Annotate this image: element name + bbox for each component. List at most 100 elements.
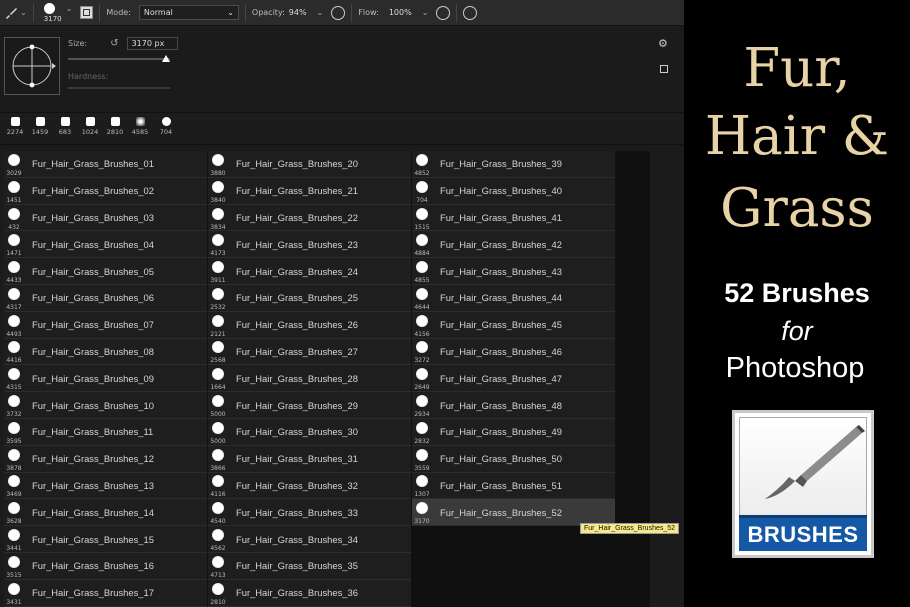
brush-thumbnail: 3515 bbox=[4, 553, 28, 579]
list-item[interactable]: 432 Fur_Hair_Grass_Brushes_03 bbox=[4, 204, 207, 232]
list-item[interactable]: 1451 Fur_Hair_Grass_Brushes_02 bbox=[4, 177, 207, 205]
list-item[interactable]: 4315 Fur_Hair_Grass_Brushes_09 bbox=[4, 365, 207, 393]
divider bbox=[244, 3, 246, 22]
recent-brush-item[interactable]: 2810 bbox=[104, 117, 126, 141]
list-item[interactable]: 4855 Fur_Hair_Grass_Brushes_43 bbox=[412, 258, 615, 285]
brush-size-number: 4315 bbox=[6, 384, 22, 392]
list-item[interactable]: 3595 Fur_Hair_Grass_Brushes_11 bbox=[4, 418, 207, 446]
list-item[interactable]: 4173 Fur_Hair_Grass_Brushes_23 bbox=[208, 231, 411, 259]
list-item[interactable]: 3559 Fur_Hair_Grass_Brushes_50 bbox=[412, 445, 615, 473]
chevron-down-icon[interactable]: ⌄ bbox=[317, 8, 324, 17]
new-preset-icon[interactable] bbox=[660, 65, 668, 73]
reset-icon[interactable]: ↺ bbox=[110, 38, 118, 49]
list-item[interactable]: 1515 Fur_Hair_Grass_Brushes_41 bbox=[412, 204, 615, 232]
list-item[interactable]: 704 Fur_Hair_Grass_Brushes_40 bbox=[412, 177, 615, 205]
hardness-label: Hardness: bbox=[68, 72, 109, 81]
brush-name: Fur_Hair_Grass_Brushes_50 bbox=[440, 453, 562, 465]
list-item[interactable]: 3732 Fur_Hair_Grass_Brushes_10 bbox=[4, 392, 207, 419]
brush-name: Fur_Hair_Grass_Brushes_24 bbox=[236, 265, 358, 277]
opacity-value[interactable]: 94% bbox=[289, 8, 307, 17]
list-item[interactable]: 2934 Fur_Hair_Grass_Brushes_48 bbox=[412, 392, 615, 419]
brush-thumbnail: 5000 bbox=[208, 419, 232, 445]
list-item[interactable]: 4156 Fur_Hair_Grass_Brushes_45 bbox=[412, 311, 615, 339]
brush-settings-panel-icon[interactable] bbox=[80, 6, 94, 19]
recent-brush-item[interactable]: 2274 bbox=[4, 117, 26, 141]
brush-tool-icon[interactable] bbox=[2, 4, 20, 22]
recent-brush-item[interactable]: 704 bbox=[155, 117, 177, 141]
brush-angle-preview[interactable] bbox=[4, 37, 60, 95]
airbrush-icon[interactable] bbox=[436, 5, 451, 20]
list-item[interactable]: 4713 Fur_Hair_Grass_Brushes_35 bbox=[208, 552, 411, 580]
brush-name: Fur_Hair_Grass_Brushes_39 bbox=[440, 158, 562, 170]
list-item[interactable]: 5000 Fur_Hair_Grass_Brushes_30 bbox=[208, 418, 411, 446]
list-item[interactable]: 3469 Fur_Hair_Grass_Brushes_13 bbox=[4, 472, 207, 500]
list-item[interactable]: 4416 Fur_Hair_Grass_Brushes_08 bbox=[4, 338, 207, 366]
list-item[interactable]: 1664 Fur_Hair_Grass_Brushes_28 bbox=[208, 365, 411, 393]
list-item[interactable]: 4644 Fur_Hair_Grass_Brushes_44 bbox=[412, 284, 615, 312]
recent-brush-item[interactable]: 4585 bbox=[129, 117, 151, 141]
pressure-opacity-icon[interactable] bbox=[331, 5, 346, 20]
recent-brush-item[interactable]: 683 bbox=[54, 117, 76, 141]
gear-icon[interactable]: ⚙ bbox=[658, 37, 668, 50]
brush-thumbnail: 3834 bbox=[208, 205, 232, 231]
list-item[interactable]: 3878 Fur_Hair_Grass_Brushes_12 bbox=[4, 445, 207, 473]
chevron-down-icon[interactable]: ⌄ bbox=[66, 4, 73, 13]
list-item[interactable]: 1471 Fur_Hair_Grass_Brushes_04 bbox=[4, 231, 207, 259]
list-item[interactable]: 3029 Fur_Hair_Grass_Brushes_01 bbox=[4, 151, 207, 178]
list-item[interactable]: 2832 Fur_Hair_Grass_Brushes_49 bbox=[412, 418, 615, 446]
mode-dropdown[interactable]: Normal ⌄ bbox=[138, 5, 239, 20]
list-item[interactable]: 4884 Fur_Hair_Grass_Brushes_42 bbox=[412, 231, 615, 259]
tooltip: Fur_Hair_Grass_Brushes_52 bbox=[580, 523, 680, 534]
list-item[interactable]: 4852 Fur_Hair_Grass_Brushes_39 bbox=[412, 151, 615, 178]
list-item[interactable]: 2810 Fur_Hair_Grass_Brushes_36 bbox=[208, 579, 411, 607]
list-item[interactable]: 4540 Fur_Hair_Grass_Brushes_33 bbox=[208, 499, 411, 527]
brush-thumbnail: 5000 bbox=[208, 392, 232, 418]
list-item[interactable]: 4116 Fur_Hair_Grass_Brushes_32 bbox=[208, 472, 411, 500]
brush-size-number: 683 bbox=[58, 128, 72, 136]
list-item[interactable]: 3441 Fur_Hair_Grass_Brushes_15 bbox=[4, 526, 207, 553]
brush-tip-icon bbox=[8, 234, 20, 247]
brush-tip-icon bbox=[212, 153, 224, 166]
title-line-3: Grass bbox=[720, 178, 874, 239]
list-item[interactable]: 4562 Fur_Hair_Grass_Brushes_34 bbox=[208, 526, 411, 553]
list-item[interactable]: 4317 Fur_Hair_Grass_Brushes_06 bbox=[4, 284, 207, 312]
size-slider[interactable] bbox=[68, 54, 170, 64]
list-item[interactable]: 3431 Fur_Hair_Grass_Brushes_17 bbox=[4, 579, 207, 607]
slider-handle-icon[interactable] bbox=[162, 55, 170, 62]
list-item[interactable]: 3840 Fur_Hair_Grass_Brushes_21 bbox=[208, 177, 411, 205]
brush-thumbnail: 1307 bbox=[412, 472, 436, 498]
brush-tip-icon bbox=[416, 341, 428, 354]
list-item[interactable]: 4433 Fur_Hair_Grass_Brushes_05 bbox=[4, 258, 207, 285]
brush-tip-icon bbox=[8, 314, 20, 327]
brush-thumbnail: 3840 bbox=[208, 178, 232, 204]
list-item[interactable]: 3628 Fur_Hair_Grass_Brushes_14 bbox=[4, 499, 207, 527]
list-item[interactable]: 5000 Fur_Hair_Grass_Brushes_29 bbox=[208, 392, 411, 419]
recent-brush-item[interactable]: 1024 bbox=[79, 117, 101, 141]
list-item[interactable]: 3880 Fur_Hair_Grass_Brushes_20 bbox=[208, 151, 411, 178]
chevron-down-icon[interactable]: ⌄ bbox=[422, 8, 429, 17]
list-item[interactable]: 2121 Fur_Hair_Grass_Brushes_26 bbox=[208, 311, 411, 339]
list-item[interactable]: 1307 Fur_Hair_Grass_Brushes_51 bbox=[412, 472, 615, 500]
flow-value[interactable]: 100% bbox=[389, 8, 412, 17]
chevron-down-icon[interactable]: ⌄ bbox=[20, 8, 27, 17]
list-item[interactable]: 3834 Fur_Hair_Grass_Brushes_22 bbox=[208, 204, 411, 232]
list-item[interactable]: 3515 Fur_Hair_Grass_Brushes_16 bbox=[4, 552, 207, 580]
pressure-size-icon[interactable] bbox=[463, 5, 478, 20]
list-item[interactable]: 3911 Fur_Hair_Grass_Brushes_24 bbox=[208, 258, 411, 285]
brush-thumbnail: 4644 bbox=[412, 285, 436, 311]
size-field[interactable]: 3170 px bbox=[126, 37, 178, 50]
brush-thumbnail: 4317 bbox=[4, 285, 28, 311]
brush-thumbnail: 4173 bbox=[208, 231, 232, 257]
list-item[interactable]: 2568 Fur_Hair_Grass_Brushes_27 bbox=[208, 338, 411, 366]
brush-name: Fur_Hair_Grass_Brushes_28 bbox=[236, 372, 358, 384]
brush-thumbnail: 1515 bbox=[412, 205, 436, 231]
list-item[interactable]: 2649 Fur_Hair_Grass_Brushes_47 bbox=[412, 365, 615, 393]
brush-preset-picker[interactable]: 3170 bbox=[40, 1, 66, 25]
list-item[interactable]: 3866 Fur_Hair_Grass_Brushes_31 bbox=[208, 445, 411, 473]
brush-thumbnail: 432 bbox=[4, 205, 28, 231]
list-item[interactable]: 2532 Fur_Hair_Grass_Brushes_25 bbox=[208, 284, 411, 312]
list-item[interactable]: 3272 Fur_Hair_Grass_Brushes_46 bbox=[412, 338, 615, 366]
recent-brush-item[interactable]: 1459 bbox=[29, 117, 51, 141]
list-item[interactable]: 4493 Fur_Hair_Grass_Brushes_07 bbox=[4, 311, 207, 339]
brush-size-number: 2810 bbox=[210, 598, 226, 606]
